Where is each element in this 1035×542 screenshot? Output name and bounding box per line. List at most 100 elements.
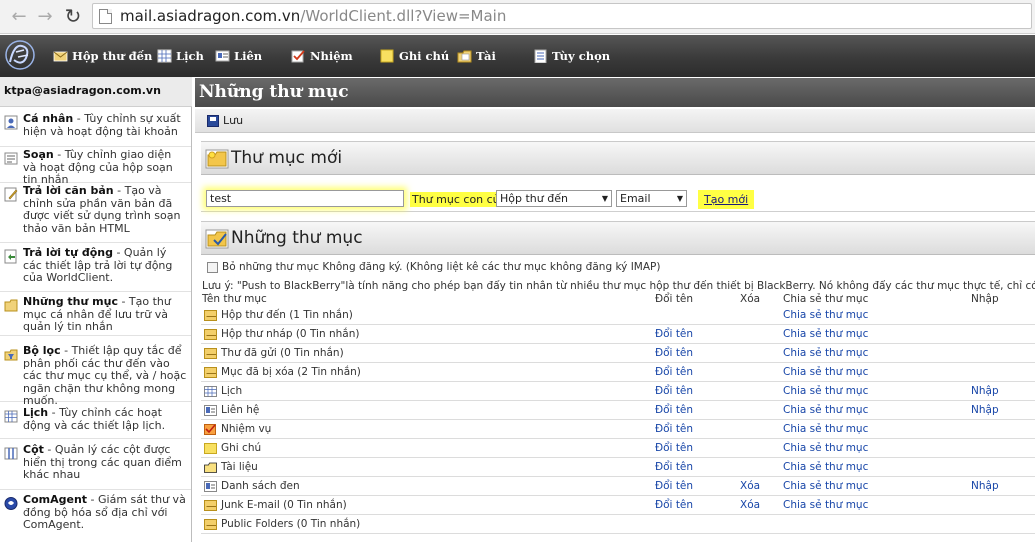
parent-folder-select[interactable]: Hộp thư đến ▼ (496, 190, 612, 207)
rename-link[interactable]: Đổi tên (655, 499, 693, 511)
folders-heading: Những thư mục (231, 228, 363, 248)
folder-name[interactable]: Ghi chú (204, 442, 261, 454)
table-row: Junk E-mail (0 Tin nhắn) Đổi tên Xóa Chi… (201, 496, 1035, 515)
sidebar-item-columns[interactable]: Cột - Quản lý các cột được hiển thị tron… (0, 443, 191, 490)
folder-name[interactable]: Lịch (204, 385, 242, 397)
delete-link[interactable]: Xóa (740, 499, 760, 511)
page-icon (99, 8, 112, 24)
folder-name[interactable]: Hộp thư nháp (0 Tin nhắn) (204, 328, 359, 340)
share-folder-link[interactable]: Chia sẻ thư mục (783, 328, 868, 340)
personal-icon (4, 115, 18, 130)
sidebar-item-filters[interactable]: Bộ lọc - Thiết lập quy tắc để phân phối … (0, 344, 191, 407)
app-nav-bar (0, 35, 1035, 77)
nav-contacts-label: Liên (234, 49, 263, 63)
dragon-logo-icon[interactable] (4, 38, 36, 72)
folder-type-select[interactable]: Email ▼ (616, 190, 687, 207)
sidebar-item-folders[interactable]: Những thư mục - Tạo thư mục cá nhân để l… (0, 295, 191, 336)
import-link[interactable]: Nhập (971, 480, 999, 492)
share-folder-link[interactable]: Chia sẻ thư mục (783, 385, 868, 397)
sidebar-item-auto-reply[interactable]: Trả lời tự động - Quản lý các thiết lập … (0, 246, 191, 292)
share-folder-link[interactable]: Chia sẻ thư mục (783, 499, 868, 511)
rename-link[interactable]: Đổi tên (655, 347, 693, 359)
url-host: mail.asiadragon.com.vn (120, 7, 301, 25)
envelope-icon (204, 328, 217, 340)
unsubscribe-checkbox[interactable] (207, 261, 218, 273)
nav-contacts[interactable]: Liên (215, 47, 262, 65)
documents-icon (204, 462, 217, 473)
share-folder-link[interactable]: Chia sẻ thư mục (783, 423, 868, 435)
nav-documents[interactable]: Tài (457, 47, 496, 65)
share-folder-link[interactable]: Chia sẻ thư mục (783, 461, 868, 473)
folder-name[interactable]: Mục đã bị xóa (2 Tin nhắn) (204, 366, 361, 378)
sidebar-item-title: Những thư mục (23, 295, 118, 308)
folders-section-header: Những thư mục (201, 221, 1035, 255)
rename-link[interactable]: Đổi tên (655, 423, 693, 435)
share-folder-link[interactable]: Chia sẻ thư mục (783, 309, 868, 321)
import-link[interactable]: Nhập (971, 404, 999, 416)
sidebar-item-comagent[interactable]: ComAgent - Giám sát thư và đồng bộ hóa s… (0, 493, 191, 534)
folder-name-label: Junk E-mail (0 Tin nhắn) (221, 499, 347, 511)
sidebar-item-compose[interactable]: Soạn - Tùy chỉnh giao diện và hoạt động … (0, 148, 191, 186)
tasks-icon (204, 423, 217, 435)
delete-link[interactable]: Xóa (740, 480, 760, 492)
share-folder-link[interactable]: Chia sẻ thư mục (783, 404, 868, 416)
folder-name[interactable]: Liên hệ (204, 404, 259, 416)
filter-folder-icon (4, 349, 18, 361)
col-header-name: Tên thư mục (202, 293, 267, 305)
table-row: Tài liệu Đổi tên Chia sẻ thư mục (201, 458, 1035, 477)
sidebar-item-calendar[interactable]: Lịch - Tùy chỉnh các hoạt động và các th… (0, 406, 191, 439)
forward-arrow-icon[interactable]: → (34, 5, 56, 27)
sidebar-item-basic-reply[interactable]: Trả lời căn bản - Tạo và chỉnh sửa phần … (0, 184, 191, 243)
comagent-icon (4, 497, 18, 510)
auto-reply-icon (4, 249, 17, 264)
rename-link[interactable]: Đổi tên (655, 461, 693, 473)
table-row: Ghi chú Đổi tên Chia sẻ thư mục (201, 439, 1035, 458)
nav-tasks[interactable]: Nhiệm (291, 47, 353, 65)
folder-name[interactable]: Public Folders (0 Tin nhắn) (204, 518, 360, 530)
sidebar-item-title: Soạn (23, 148, 54, 161)
table-row: Hộp thư nháp (0 Tin nhắn) Đổi tên Chia s… (201, 325, 1035, 344)
folder-icon (4, 299, 18, 312)
folder-name-label: Danh sách đen (221, 480, 300, 492)
folder-name[interactable]: Hộp thư đến (1 Tin nhắn) (204, 309, 353, 321)
new-folder-name-input[interactable]: test (206, 190, 404, 207)
reload-icon[interactable]: ↻ (62, 4, 84, 28)
share-folder-link[interactable]: Chia sẻ thư mục (783, 347, 868, 359)
folder-name[interactable]: Danh sách đen (204, 480, 300, 492)
sidebar-item-title: ComAgent (23, 493, 88, 506)
save-button[interactable]: Lưu (207, 114, 243, 127)
nav-options[interactable]: Tùy chọn (533, 47, 610, 65)
folder-type-value: Email (620, 192, 651, 205)
unsubscribe-option[interactable]: Bỏ những thư mục Không đăng ký. (Không l… (207, 261, 660, 273)
folder-name[interactable]: Tài liệu (204, 461, 258, 473)
sidebar-item-title: Trả lời tự động (23, 246, 113, 259)
import-link[interactable]: Nhập (971, 385, 999, 397)
address-bar[interactable]: mail.asiadragon.com.vn/WorldClient.dll?V… (92, 3, 1032, 29)
share-folder-link[interactable]: Chia sẻ thư mục (783, 366, 868, 378)
rename-link[interactable]: Đổi tên (655, 328, 693, 340)
rename-link[interactable]: Đổi tên (655, 480, 693, 492)
rename-link[interactable]: Đổi tên (655, 385, 693, 397)
envelope-icon (204, 366, 217, 378)
sidebar-item-personal[interactable]: Cá nhân - Tùy chỉnh sự xuất hiện và hoạt… (0, 112, 191, 147)
nav-notes[interactable]: Ghi chú (380, 47, 449, 65)
rename-link[interactable]: Đổi tên (655, 366, 693, 378)
create-folder-button[interactable]: Tạo mới (698, 190, 755, 209)
folder-name-label: Nhiệm vụ (221, 423, 272, 435)
folder-name[interactable]: Thư đã gửi (0 Tin nhắn) (204, 347, 344, 359)
unsubscribe-label: Bỏ những thư mục Không đăng ký. (Không l… (222, 261, 661, 273)
new-folder-form: test Thư mục con của Hộp thư đến ▼ Email… (201, 182, 1035, 212)
nav-calendar[interactable]: Lịch (157, 47, 204, 65)
notes-icon (204, 442, 217, 454)
share-folder-link[interactable]: Chia sẻ thư mục (783, 480, 868, 492)
folder-name[interactable]: Nhiệm vụ (204, 423, 271, 435)
columns-icon (4, 447, 18, 460)
sidebar-item-title: Cột (23, 443, 44, 456)
share-folder-link[interactable]: Chia sẻ thư mục (783, 442, 868, 454)
back-arrow-icon[interactable]: ← (8, 5, 30, 27)
folder-name[interactable]: Junk E-mail (0 Tin nhắn) (204, 499, 347, 511)
rename-link[interactable]: Đổi tên (655, 404, 693, 416)
nav-inbox-label: Hộp thư đến (72, 49, 153, 63)
rename-link[interactable]: Đổi tên (655, 442, 693, 454)
nav-inbox[interactable]: Hộp thư đến (53, 47, 152, 65)
